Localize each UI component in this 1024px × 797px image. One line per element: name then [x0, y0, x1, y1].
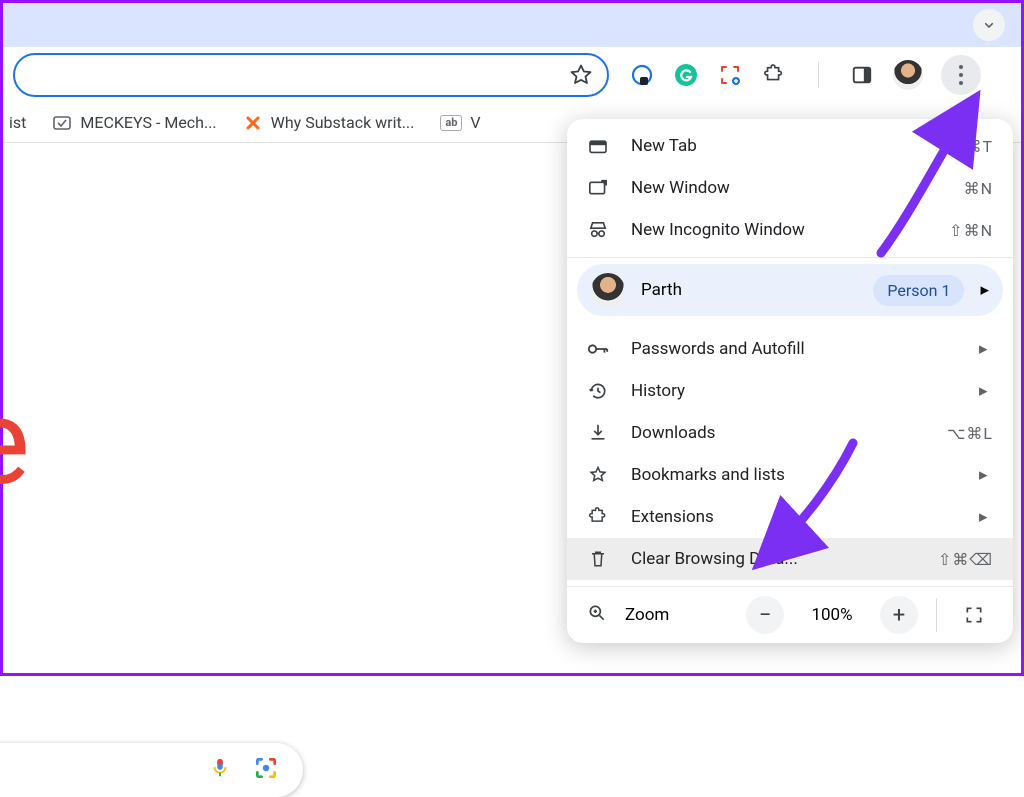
grammarly-extension-icon[interactable]: [673, 62, 699, 88]
magnifier-icon: [587, 603, 607, 628]
bookmark-label: ist: [9, 113, 26, 132]
window-titlebar: [3, 3, 1021, 47]
bookmark-label: Why Substack writ...: [271, 113, 415, 132]
profile-name: Parth: [641, 280, 857, 300]
key-icon: [587, 342, 609, 356]
google-search-box[interactable]: [0, 743, 303, 797]
fullscreen-button[interactable]: [955, 596, 993, 634]
menu-zoom-row: Zoom − 100% +: [567, 587, 1013, 643]
menu-label: History: [631, 381, 957, 401]
incognito-icon: [587, 221, 609, 239]
menu-item-history[interactable]: History ▸: [567, 370, 1013, 412]
toolbar-separator: [805, 62, 831, 88]
menu-label: Passwords and Autofill: [631, 339, 957, 359]
menu-shortcut: ⇧⌘⌫: [938, 550, 993, 569]
chevron-right-icon: ▸: [979, 339, 993, 359]
address-bar[interactable]: [13, 53, 609, 97]
divider: [936, 598, 937, 632]
download-icon: [587, 423, 609, 443]
zoom-in-button[interactable]: +: [880, 596, 918, 634]
bookmark-item[interactable]: Why Substack writ...: [243, 113, 415, 133]
profile-avatar-icon: [591, 273, 625, 307]
browser-toolbar: [3, 47, 1021, 103]
extensions-puzzle-icon[interactable]: [761, 62, 787, 88]
lens-search-icon[interactable]: [253, 755, 279, 785]
profile-badge: Person 1: [873, 275, 964, 306]
zoom-out-button[interactable]: −: [746, 596, 784, 634]
bookmark-favicon: ab: [440, 115, 462, 131]
chevron-down-icon: [981, 17, 997, 33]
side-panel-icon[interactable]: [849, 62, 875, 88]
bookmark-item[interactable]: ist: [9, 113, 26, 132]
star-icon: [587, 465, 609, 485]
history-icon: [587, 381, 609, 401]
profile-avatar[interactable]: [893, 60, 923, 90]
bookmark-favicon: [243, 113, 263, 133]
menu-profile-row[interactable]: Parth Person 1 ▸: [577, 264, 1003, 316]
chevron-right-icon: ▸: [979, 465, 993, 485]
trash-icon: [587, 549, 609, 569]
tab-icon: [587, 138, 609, 154]
more-menu-button[interactable]: [941, 55, 981, 95]
puzzle-icon: [587, 507, 609, 527]
window-icon: [587, 179, 609, 197]
bookmark-label: MECKEYS - Mech...: [80, 113, 216, 132]
bookmark-favicon: [52, 113, 72, 133]
chevron-right-icon: ▸: [980, 280, 989, 300]
zoom-value: 100%: [802, 605, 862, 625]
menu-shortcut: ⌥⌘L: [947, 424, 993, 443]
annotation-arrow-to-more-menu: [871, 93, 991, 267]
zoom-label: Zoom: [625, 605, 728, 625]
dashlane-extension-icon[interactable]: [629, 62, 655, 88]
toolbar-icons-group: [629, 55, 985, 95]
collapse-tabstrip-button[interactable]: [973, 9, 1005, 41]
google-logo-fragment: le: [0, 373, 24, 513]
bookmark-item[interactable]: MECKEYS - Mech...: [52, 113, 216, 133]
bookmark-star-icon[interactable]: [569, 63, 593, 87]
annotation-arrow-to-clear-data: [743, 433, 873, 577]
chevron-right-icon: ▸: [979, 381, 993, 401]
bookmark-label: V: [470, 113, 480, 132]
menu-item-passwords[interactable]: Passwords and Autofill ▸: [567, 328, 1013, 370]
voice-search-icon[interactable]: [209, 756, 231, 784]
bookmark-item[interactable]: ab V: [440, 113, 480, 132]
chevron-right-icon: ▸: [979, 507, 993, 527]
screenshot-extension-icon[interactable]: [717, 62, 743, 88]
